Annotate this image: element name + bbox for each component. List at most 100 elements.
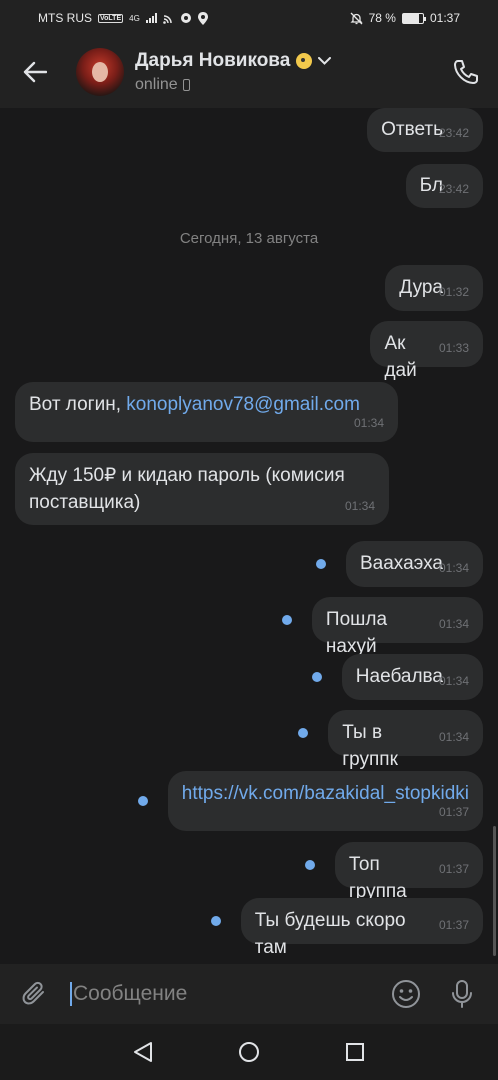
message-time: 01:34 bbox=[438, 617, 469, 631]
circle-home-icon bbox=[239, 1042, 259, 1062]
message-link[interactable]: https://vk.com/bazakidal_stopkidki bbox=[182, 783, 469, 804]
message-bubble[interactable]: Пошла нахуй 01:34 bbox=[311, 597, 483, 657]
microphone-icon bbox=[452, 980, 472, 1008]
voice-message-button[interactable] bbox=[434, 964, 490, 1024]
message-time: 01:34 bbox=[438, 674, 469, 688]
system-nav-bar bbox=[0, 1024, 498, 1080]
message-bubble[interactable]: Наебалва 01:34 bbox=[341, 654, 483, 700]
mobile-icon bbox=[182, 79, 190, 91]
nav-recents-button[interactable] bbox=[337, 1034, 373, 1070]
message-time: 01:34 bbox=[344, 499, 375, 513]
message-bubble[interactable]: Дура 01:32 bbox=[385, 265, 483, 311]
text-cursor bbox=[70, 982, 72, 1006]
signal-icon bbox=[145, 13, 157, 23]
message-text: Наебалва bbox=[355, 666, 443, 687]
arrow-left-icon bbox=[23, 61, 47, 83]
location-icon bbox=[197, 11, 208, 25]
bell-off-icon bbox=[350, 12, 363, 24]
attach-button[interactable] bbox=[0, 964, 70, 1024]
message-row: Ты будешь скоро там 01:37 bbox=[210, 898, 483, 958]
message-time: 01:34 bbox=[353, 416, 384, 430]
message-row: Топ группа 01:37 bbox=[304, 842, 483, 902]
message-text: Дура bbox=[399, 277, 443, 298]
message-text: Ак дай bbox=[384, 333, 417, 381]
phone-icon bbox=[454, 60, 478, 84]
message-input[interactable]: Сообщение bbox=[70, 964, 378, 1024]
message-text: Ты в группк bbox=[342, 722, 398, 770]
message-bubble[interactable]: Ты будешь скоро там 01:37 bbox=[240, 898, 483, 958]
message-row: Ты в группк 01:34 bbox=[298, 710, 483, 770]
carrier-label: MTS RUS bbox=[38, 11, 92, 25]
message-bubble[interactable]: Ак дай 01:33 bbox=[370, 321, 483, 381]
message-row: https://vk.com/bazakidal_stopkidki 01:37 bbox=[137, 771, 483, 831]
message-row: Наебалва 01:34 bbox=[311, 654, 483, 700]
message-row: Ак дай 01:33 bbox=[370, 321, 483, 381]
message-composer: Сообщение bbox=[0, 964, 498, 1024]
status-bar: MTS RUS VoLTE 4G 78 % 01:37 bbox=[0, 0, 498, 36]
contact-info[interactable]: Дарья Новикова online bbox=[135, 50, 434, 94]
cast-icon bbox=[163, 14, 172, 24]
unread-indicator bbox=[281, 615, 292, 625]
message-text: Жду 150₽ и кидаю пароль (комисия поставщ… bbox=[29, 465, 345, 513]
unread-indicator bbox=[210, 916, 221, 926]
nav-home-button[interactable] bbox=[231, 1034, 267, 1070]
emoji-button[interactable] bbox=[378, 964, 434, 1024]
back-button[interactable] bbox=[0, 36, 70, 108]
scrollbar[interactable] bbox=[493, 826, 496, 956]
message-time: 01:33 bbox=[438, 341, 469, 355]
message-row: Ответь 23:42 bbox=[367, 108, 483, 152]
call-button[interactable] bbox=[434, 36, 498, 108]
message-link[interactable]: konoplyanov78@gmail.com bbox=[126, 394, 360, 415]
message-row: Бл 23:42 bbox=[405, 164, 483, 208]
unread-indicator bbox=[298, 728, 309, 738]
message-text: Топ группа bbox=[348, 854, 407, 902]
presence-status: online bbox=[135, 76, 178, 93]
date-separator: Сегодня, 13 августа bbox=[179, 230, 319, 247]
network-label: 4G bbox=[129, 13, 140, 23]
message-text: Пошла нахуй bbox=[325, 609, 388, 657]
message-bubble[interactable]: Бл 23:42 bbox=[405, 164, 483, 208]
unread-indicator bbox=[137, 796, 148, 806]
message-row: Жду 150₽ и кидаю пароль (комисия поставщ… bbox=[15, 453, 389, 525]
message-time: 01:37 bbox=[438, 862, 469, 876]
message-time: 01:34 bbox=[438, 561, 469, 575]
message-time: 01:34 bbox=[438, 730, 469, 744]
message-text: Вот логин, bbox=[29, 394, 127, 415]
message-row: Пошла нахуй 01:34 bbox=[281, 597, 483, 657]
unread-indicator bbox=[311, 672, 322, 682]
message-input-placeholder: Сообщение bbox=[73, 982, 188, 1005]
message-time: 23:42 bbox=[438, 182, 469, 196]
message-text: Ты будешь скоро там bbox=[254, 910, 406, 958]
chevron-down-icon bbox=[318, 57, 332, 65]
message-bubble[interactable]: https://vk.com/bazakidal_stopkidki 01:37 bbox=[167, 771, 483, 831]
message-time: 01:37 bbox=[438, 805, 469, 819]
status-emoji-icon bbox=[296, 53, 313, 69]
square-recents-icon bbox=[346, 1043, 364, 1061]
triangle-back-icon bbox=[134, 1042, 152, 1062]
message-bubble[interactable]: Вот логин, konoplyanov78@gmail.com 01:34 bbox=[15, 382, 398, 442]
nav-back-button[interactable] bbox=[125, 1034, 161, 1070]
message-text: Ваахаэха bbox=[360, 553, 443, 574]
message-bubble[interactable]: Ты в группк 01:34 bbox=[328, 710, 483, 770]
paperclip-icon bbox=[22, 981, 44, 1005]
volte-icon: VoLTE bbox=[98, 13, 124, 23]
message-bubble[interactable]: Жду 150₽ и кидаю пароль (комисия поставщ… bbox=[15, 453, 389, 525]
message-bubble[interactable]: Ваахаэха 01:34 bbox=[346, 541, 483, 587]
avatar[interactable] bbox=[76, 48, 124, 96]
smile-icon bbox=[392, 980, 420, 1008]
battery-icon bbox=[401, 12, 426, 24]
unread-indicator bbox=[304, 860, 315, 870]
contact-name: Дарья Новикова bbox=[135, 50, 291, 71]
status-time: 01:37 bbox=[429, 11, 460, 25]
message-row: Вот логин, konoplyanov78@gmail.com 01:34 bbox=[15, 382, 398, 442]
message-time: 23:42 bbox=[438, 126, 469, 140]
message-time: 01:37 bbox=[438, 918, 469, 932]
unread-indicator bbox=[316, 559, 326, 569]
message-row: Ваахаэха 01:34 bbox=[316, 541, 483, 587]
vpn-icon bbox=[180, 13, 191, 23]
message-bubble[interactable]: Топ группа 01:37 bbox=[334, 842, 483, 902]
message-list[interactable]: Ответь 23:42 Бл 23:42 Сегодня, 13 август… bbox=[0, 108, 498, 964]
message-time: 01:32 bbox=[438, 285, 469, 299]
message-row: Дура 01:32 bbox=[385, 265, 483, 311]
message-bubble[interactable]: Ответь 23:42 bbox=[367, 108, 483, 152]
